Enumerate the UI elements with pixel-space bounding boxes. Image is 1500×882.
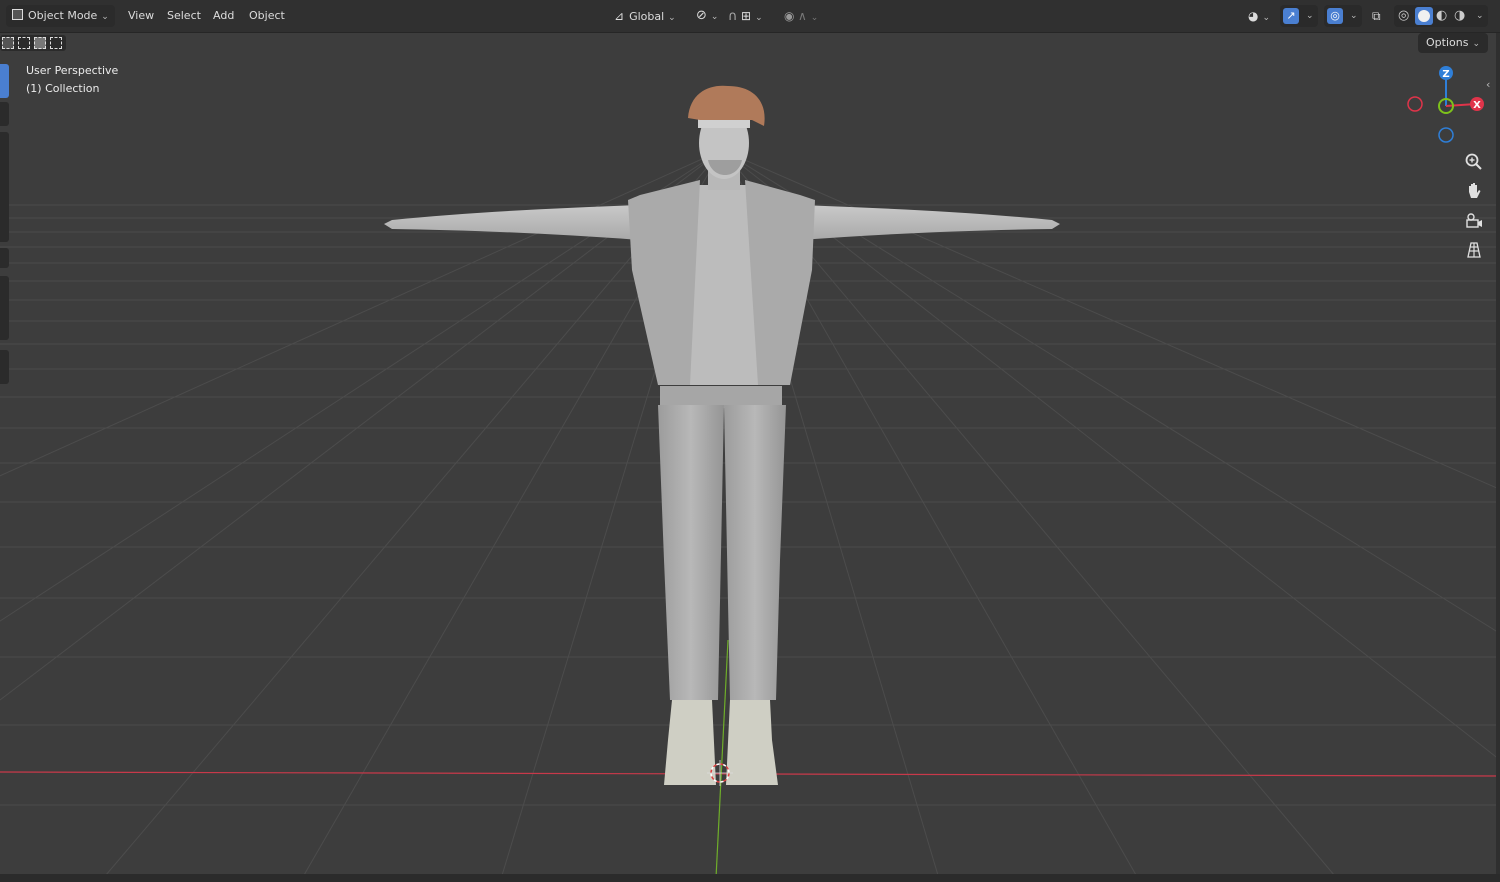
- overlays-toggle[interactable]: ◎ ⌄: [1324, 5, 1362, 27]
- view-name: User Perspective: [26, 64, 119, 77]
- options-dropdown[interactable]: Options ⌄: [1418, 33, 1488, 53]
- falloff-curve-icon: ∧: [797, 9, 807, 23]
- camera-view-button[interactable]: [1461, 208, 1487, 234]
- hand-pan-icon: [1469, 183, 1481, 198]
- sidebar-toggle-icon[interactable]: ‹: [1486, 78, 1490, 91]
- transform-orientation-dropdown[interactable]: ⊿ Global ⌄: [610, 5, 680, 27]
- select-subtract-icon[interactable]: [34, 37, 46, 49]
- gizmo-z-label: Z: [1442, 69, 1449, 80]
- solid-icon[interactable]: [1415, 7, 1433, 25]
- material-icon[interactable]: ◐: [1436, 8, 1447, 24]
- gizmo-icon: ↗: [1283, 8, 1299, 24]
- pivot-dropdown[interactable]: ⊘ ⌄: [692, 5, 722, 27]
- chevron-down-icon: ⌄: [101, 12, 109, 22]
- select-new-icon[interactable]: [2, 37, 14, 49]
- menu-select[interactable]: Select: [161, 5, 207, 27]
- options-label: Options: [1426, 36, 1469, 49]
- measure-tool-group[interactable]: [0, 276, 9, 340]
- chevron-down-icon[interactable]: ⌄: [1476, 5, 1484, 27]
- chevron-down-icon: ⌄: [668, 13, 676, 23]
- toolbar: [0, 62, 10, 392]
- wireframe-icon[interactable]: ◎: [1398, 8, 1409, 24]
- chevron-down-icon: ⌄: [810, 13, 819, 23]
- tool-header: [0, 33, 1500, 53]
- snap-increment-icon: ⊞: [741, 9, 752, 23]
- area-border: [1496, 33, 1500, 874]
- overlays-icon: ◎: [1327, 8, 1343, 24]
- chevron-down-icon: ⌄: [1350, 11, 1358, 21]
- chevron-down-icon: ⌄: [1472, 39, 1480, 49]
- menu-add[interactable]: Add: [207, 5, 240, 27]
- chevron-down-icon: ⌄: [1262, 13, 1271, 23]
- collection-name: (1) Collection: [26, 82, 100, 95]
- gizmo-toggle[interactable]: ↗ ⌄: [1280, 5, 1318, 27]
- add-cube-tool-button[interactable]: [0, 350, 9, 384]
- select-extend-icon[interactable]: [18, 37, 30, 49]
- menu-object[interactable]: Object: [243, 5, 291, 27]
- annotate-tool-button[interactable]: [0, 248, 9, 268]
- status-bar: [0, 874, 1500, 882]
- 3d-viewport[interactable]: [0, 0, 1500, 882]
- grid-ortho-icon: [1467, 242, 1481, 258]
- chevron-down-icon: ⌄: [755, 13, 763, 23]
- xray-toggle[interactable]: ⧉: [1370, 5, 1383, 27]
- ortho-toggle-button[interactable]: [1461, 237, 1487, 263]
- rendered-icon[interactable]: ◑: [1454, 8, 1465, 24]
- select-tool-button[interactable]: [0, 64, 9, 98]
- xray-icon: ⧉: [1372, 9, 1381, 23]
- camera-icon: [1466, 213, 1482, 228]
- mode-label: Object Mode: [28, 9, 98, 22]
- snap-toggle[interactable]: ∩ ⊞ ⌄: [724, 5, 767, 27]
- mode-dropdown[interactable]: Object Mode ⌄: [6, 5, 115, 27]
- orientation-icon: ⊿: [614, 9, 625, 23]
- proportional-edit-toggle[interactable]: ◉ ∧ ⌄: [780, 5, 822, 27]
- visibility-dropdown[interactable]: ◕ ⌄: [1244, 5, 1274, 27]
- orientation-label: Global: [629, 10, 665, 23]
- transform-tools-group[interactable]: [0, 132, 9, 242]
- select-intersect-icon[interactable]: [50, 37, 62, 49]
- chevron-down-icon: ⌄: [710, 12, 719, 22]
- zoom-icon: [1465, 153, 1482, 170]
- gizmo-x-label: X: [1473, 100, 1481, 111]
- menu-view[interactable]: View: [122, 5, 160, 27]
- object-mode-icon: [12, 9, 23, 20]
- pivot-icon: ⊘: [696, 8, 707, 23]
- chevron-down-icon: ⌄: [1306, 11, 1314, 21]
- neg-z-handle[interactable]: [1438, 127, 1454, 143]
- selection-mode-buttons[interactable]: [0, 35, 66, 51]
- proportional-edit-icon: ◉: [784, 9, 795, 23]
- navigation-gizmo[interactable]: Z X: [1400, 62, 1496, 148]
- eye-icon: ◕: [1248, 9, 1259, 23]
- viewport-header: Object Mode ⌄ View Select Add Object ⊿ Glo…: [0, 0, 1500, 33]
- pan-button[interactable]: [1461, 178, 1487, 204]
- shading-modes: ◎ ◐ ◑ ⌄: [1394, 5, 1488, 27]
- zoom-button[interactable]: [1461, 149, 1487, 175]
- cursor-tool-button[interactable]: [0, 102, 9, 126]
- magnet-icon: ∩: [728, 9, 738, 24]
- neg-x-handle[interactable]: [1407, 96, 1423, 112]
